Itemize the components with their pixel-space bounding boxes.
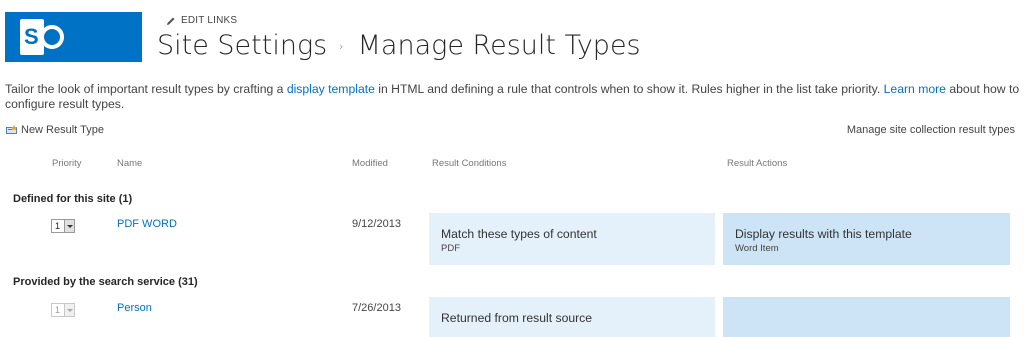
column-header-actions: Result Actions — [727, 158, 788, 169]
breadcrumb: Site Settings › Manage Result Types — [157, 30, 641, 61]
condition-title: Returned from result source — [441, 311, 593, 325]
column-header-conditions: Result Conditions — [432, 158, 507, 169]
condition-detail: PDF — [441, 243, 460, 254]
sharepoint-logo[interactable]: S — [5, 12, 142, 62]
result-type-name-link[interactable]: Person — [117, 302, 152, 314]
result-conditions-cell: Returned from result source — [429, 297, 715, 337]
chevron-down-icon — [64, 304, 74, 316]
logo-ring-shape — [40, 25, 64, 49]
result-conditions-cell: Match these types of content PDF — [429, 213, 715, 265]
column-header-modified: Modified — [352, 158, 388, 169]
group-header-search-service: Provided by the search service (31) — [13, 276, 198, 288]
breadcrumb-site-settings[interactable]: Site Settings — [157, 30, 327, 61]
new-item-icon — [6, 125, 17, 134]
action-detail: Word Item — [735, 243, 779, 254]
group-header-site: Defined for this site (1) — [13, 193, 133, 205]
priority-select-disabled: 1 — [51, 303, 75, 317]
page-description: Tailor the look of important result type… — [5, 82, 1020, 112]
manage-collection-link[interactable]: Manage site collection result types — [847, 124, 1015, 136]
new-result-type-label: New Result Type — [21, 124, 104, 136]
priority-select[interactable]: 1 — [51, 219, 75, 233]
column-header-name: Name — [117, 158, 143, 169]
result-actions-cell: Display results with this template Word … — [723, 213, 1010, 265]
learn-more-link[interactable]: Learn more — [884, 82, 946, 96]
priority-value: 1 — [55, 305, 61, 315]
column-header-priority: Priority — [52, 158, 82, 169]
condition-title: Match these types of content — [441, 227, 597, 241]
description-text-1: Tailor the look of important result type… — [5, 82, 287, 96]
new-result-type-button[interactable]: New Result Type — [6, 124, 104, 136]
breadcrumb-separator-icon: › — [339, 40, 344, 53]
result-type-name-link[interactable]: PDF WORD — [117, 218, 177, 230]
action-title: Display results with this template — [735, 227, 912, 241]
chevron-down-icon[interactable] — [64, 220, 74, 232]
page-title: Manage Result Types — [357, 30, 641, 61]
priority-value: 1 — [55, 221, 61, 231]
edit-links-button[interactable]: EDIT LINKS — [166, 15, 237, 26]
description-text-2: in HTML and defining a rule that control… — [374, 82, 884, 96]
pencil-icon — [167, 17, 175, 25]
edit-links-label: EDIT LINKS — [181, 15, 238, 26]
result-actions-cell — [723, 297, 1010, 337]
modified-date: 7/26/2013 — [352, 302, 401, 314]
modified-date: 9/12/2013 — [352, 218, 401, 230]
display-template-link[interactable]: display template — [287, 82, 375, 96]
